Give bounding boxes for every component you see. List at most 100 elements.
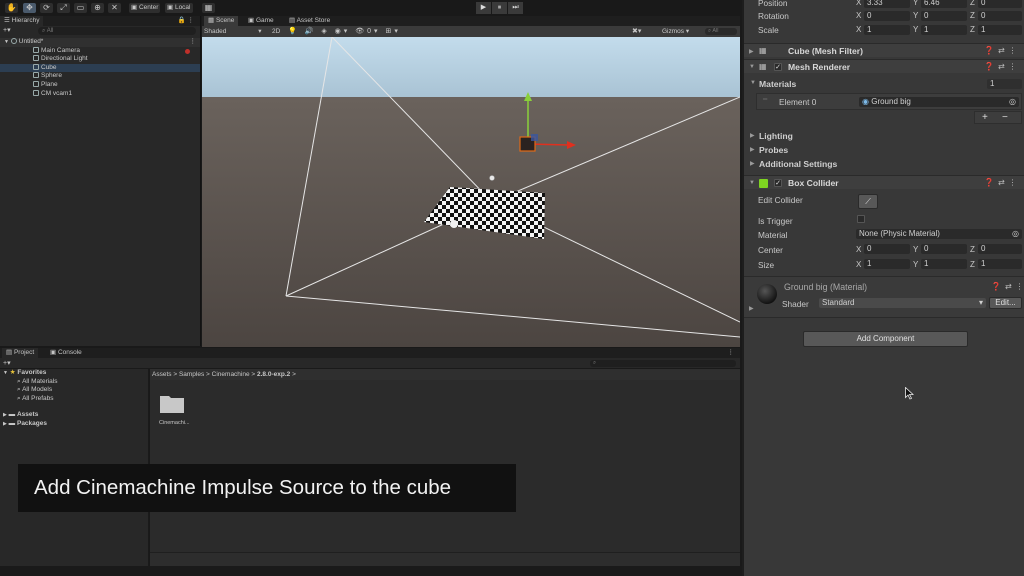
physic-material-field[interactable]: None (Physic Material) ◎ bbox=[856, 229, 1022, 239]
transform-tool-icon[interactable]: ⊕ bbox=[91, 3, 104, 13]
scene-menu-icon[interactable]: ⋮ bbox=[190, 38, 197, 47]
breadcrumb-item[interactable]: Cinemachine bbox=[212, 371, 250, 378]
box-collider-enabled-checkbox[interactable]: ✓ bbox=[774, 179, 782, 187]
mesh-renderer-header[interactable]: ▼ ▦ ✓ Mesh Renderer ❓⇄⋮ bbox=[744, 59, 1024, 73]
scale-tool-icon[interactable]: ⤢ bbox=[57, 3, 70, 13]
scene-root-row[interactable]: ▼ Untitled* ⋮ bbox=[0, 38, 200, 47]
is-trigger-checkbox[interactable] bbox=[857, 215, 865, 223]
hierarchy-item[interactable]: Cube bbox=[0, 63, 200, 73]
object-picker-icon[interactable]: ◎ bbox=[1009, 97, 1016, 107]
custom-tool-icon[interactable]: ✕ bbox=[108, 3, 121, 13]
tab-hierarchy[interactable]: ☰ Hierarchy bbox=[0, 16, 44, 26]
favorite-item[interactable]: ⌕ All Materials bbox=[17, 378, 58, 387]
expand-chevron-icon[interactable]: ▼ bbox=[3, 370, 8, 376]
hierarchy-item[interactable]: Directional Light bbox=[0, 55, 200, 64]
move-tool-icon[interactable]: ✥ bbox=[23, 3, 36, 13]
additional-settings-foldout[interactable]: Additional Settings bbox=[759, 159, 837, 169]
hierarchy-menu-icon[interactable]: 🔒 ⋮ bbox=[178, 16, 194, 26]
hand-tool-icon[interactable]: ✋ bbox=[5, 3, 18, 13]
rotate-tool-icon[interactable]: ⟳ bbox=[40, 3, 53, 13]
tab-game[interactable]: ▣ Game bbox=[244, 16, 278, 26]
list-remove-button[interactable]: − bbox=[1002, 112, 1008, 123]
hierarchy-item[interactable]: Sphere bbox=[0, 72, 200, 81]
size-z-field[interactable]: 1 bbox=[978, 259, 1022, 269]
component-menu-icons[interactable]: ❓⇄⋮ bbox=[984, 46, 1021, 55]
tab-scene[interactable]: ▦ Scene bbox=[204, 16, 239, 26]
position-y-field[interactable]: 6.46 bbox=[921, 0, 967, 8]
tab-console[interactable]: ▣ Console bbox=[46, 348, 86, 358]
mesh-filter-header[interactable]: ▶ ▦ Cube (Mesh Filter) ❓⇄⋮ bbox=[744, 43, 1024, 57]
drag-handle-icon[interactable]: ═ bbox=[763, 97, 767, 103]
fold-chevron-icon[interactable]: ▼ bbox=[750, 80, 756, 86]
breadcrumb-item[interactable]: Samples bbox=[179, 371, 204, 378]
materials-count-field[interactable]: 1 bbox=[987, 79, 1022, 89]
gizmos-dropdown[interactable]: Gizmos ▾ bbox=[662, 26, 689, 37]
project-menu-icon[interactable]: ⋮ bbox=[728, 348, 735, 358]
fold-chevron-icon[interactable]: ▶ bbox=[749, 305, 754, 312]
folder-asset[interactable]: Cinemachi... bbox=[159, 393, 190, 426]
box-collider-header[interactable]: ▼ ✓ Box Collider ❓⇄⋮ bbox=[744, 175, 1024, 189]
hierarchy-item[interactable]: Plane bbox=[0, 81, 200, 90]
size-x-field[interactable]: 1 bbox=[864, 259, 910, 269]
favorites-row[interactable]: ▼ ★ Favorites bbox=[3, 369, 46, 378]
fold-chevron-icon[interactable]: ▶ bbox=[750, 132, 755, 139]
assets-root-row[interactable]: ▶ ▬ Assets bbox=[3, 411, 38, 420]
pivot-space-toggle[interactable]: ▣ Local bbox=[165, 3, 193, 13]
scale-z-field[interactable]: 1 bbox=[978, 25, 1022, 35]
tools-icon[interactable]: ✖▾ bbox=[632, 26, 641, 37]
add-component-button[interactable]: Add Component bbox=[803, 331, 968, 347]
rotation-y-field[interactable]: 0 bbox=[921, 11, 967, 21]
fold-chevron-icon[interactable]: ▼ bbox=[749, 64, 755, 70]
shader-dropdown[interactable]: Standard ▾ bbox=[819, 298, 986, 308]
scene-search-input[interactable]: ⌕ All bbox=[705, 28, 737, 35]
scale-x-field[interactable]: 1 bbox=[864, 25, 910, 35]
component-menu-icons[interactable]: ❓⇄⋮ bbox=[984, 62, 1021, 71]
expand-chevron-icon[interactable]: ▶ bbox=[3, 412, 7, 418]
favorite-item[interactable]: ⌕ All Models bbox=[17, 386, 52, 395]
material-object-field[interactable]: ◉ Ground big ◎ bbox=[859, 97, 1019, 107]
rotation-z-field[interactable]: 0 bbox=[978, 11, 1022, 21]
play-button[interactable]: ▶ bbox=[476, 2, 491, 14]
step-button[interactable]: ⏭ bbox=[508, 2, 523, 14]
shading-mode-dropdown[interactable]: Shaded ▾ bbox=[204, 26, 262, 37]
lighting-foldout[interactable]: Lighting bbox=[759, 131, 793, 141]
fold-chevron-icon[interactable]: ▶ bbox=[749, 48, 754, 55]
expand-chevron-icon[interactable]: ▶ bbox=[3, 421, 7, 427]
tab-asset-store[interactable]: ▤ Asset Store bbox=[285, 16, 334, 26]
favorite-item[interactable]: ⌕ All Prefabs bbox=[17, 395, 54, 404]
pause-button[interactable]: ⏸ bbox=[492, 2, 507, 14]
scene-toggle-icons[interactable]: 💡 🔊 ◈ ◉▾ 👁0▾ ⊞▾ bbox=[288, 26, 401, 37]
rect-tool-icon[interactable]: ▭ bbox=[74, 3, 87, 13]
center-z-field[interactable]: 0 bbox=[978, 244, 1022, 254]
fold-chevron-icon[interactable]: ▼ bbox=[749, 180, 755, 186]
expand-chevron-icon[interactable]: ▼ bbox=[4, 39, 9, 45]
probes-foldout[interactable]: Probes bbox=[759, 145, 788, 155]
scale-y-field[interactable]: 1 bbox=[921, 25, 967, 35]
breadcrumb-item[interactable]: 2.8.0-exp.2 bbox=[257, 371, 290, 378]
component-menu-icons[interactable]: ❓⇄⋮ bbox=[991, 282, 1024, 291]
project-add-button[interactable]: +▾ bbox=[3, 358, 11, 369]
edit-collider-button[interactable]: ⟋ bbox=[858, 194, 878, 209]
center-x-field[interactable]: 0 bbox=[864, 244, 910, 254]
mesh-renderer-enabled-checkbox[interactable]: ✓ bbox=[774, 63, 782, 71]
component-menu-icons[interactable]: ❓⇄⋮ bbox=[984, 178, 1021, 187]
position-x-field[interactable]: 3.33 bbox=[864, 0, 910, 8]
tab-project[interactable]: ▤ Project bbox=[2, 348, 39, 358]
packages-root-row[interactable]: ▶ ▬ Packages bbox=[3, 420, 47, 429]
object-picker-icon[interactable]: ◎ bbox=[1012, 229, 1019, 239]
hierarchy-add-button[interactable]: +▾ bbox=[3, 26, 11, 36]
grid-snap-icon[interactable]: ▦ bbox=[202, 3, 215, 13]
hierarchy-search-input[interactable]: ⌕ All bbox=[38, 27, 196, 35]
scene-viewport[interactable] bbox=[202, 37, 740, 347]
rotation-x-field[interactable]: 0 bbox=[864, 11, 910, 21]
size-y-field[interactable]: 1 bbox=[921, 259, 967, 269]
shader-edit-button[interactable]: Edit... bbox=[989, 297, 1022, 309]
fold-chevron-icon[interactable]: ▶ bbox=[750, 160, 755, 167]
toggle-2d-button[interactable]: 2D bbox=[272, 26, 280, 37]
position-z-field[interactable]: 0 bbox=[978, 0, 1022, 8]
list-add-button[interactable]: + bbox=[982, 112, 988, 123]
center-y-field[interactable]: 0 bbox=[921, 244, 967, 254]
fold-chevron-icon[interactable]: ▶ bbox=[750, 146, 755, 153]
hierarchy-item[interactable]: Main Camera bbox=[0, 46, 200, 56]
pivot-center-toggle[interactable]: ▣ Center bbox=[129, 3, 161, 13]
